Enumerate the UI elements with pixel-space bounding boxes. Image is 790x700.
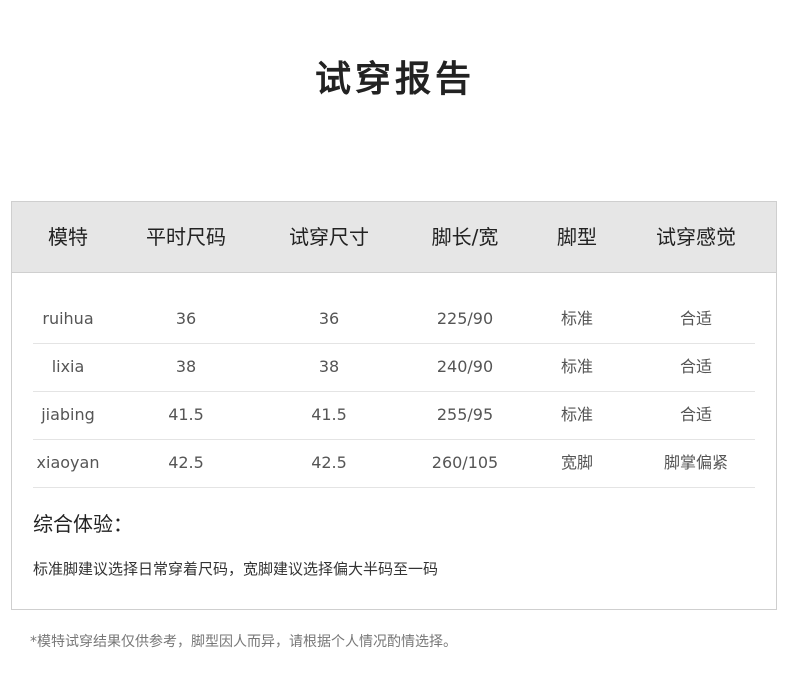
cell-usual-size: 42.5 [168,453,204,472]
cell-usual-size: 36 [175,309,197,328]
cell-foot-length-width: 240/90 [436,357,494,376]
cell-model: lixia [51,357,85,376]
summary-text: 标准脚建议选择日常穿着尺码，宽脚建议选择偏大半码至一码 [33,560,439,578]
summary-title: 综合体验： [33,512,133,536]
page-title: 试穿报告 [314,59,475,100]
cell-foot-type: 宽脚 [560,453,594,472]
cell-foot-type: 标准 [560,405,594,424]
header-fit-feeling: 试穿感觉 [656,225,736,249]
cell-foot-length-width: 225/90 [436,309,494,328]
cell-usual-size: 38 [175,357,197,376]
cell-fit-feeling: 脚掌偏紧 [663,453,729,472]
cell-trial-size: 42.5 [311,453,347,472]
cell-foot-type: 标准 [560,309,594,328]
cell-model: ruihua [42,309,94,328]
table-body: ruihua 36 36 225/90 标准 合适 lixia 38 38 24… [33,296,755,488]
cell-trial-size: 36 [318,309,340,328]
cell-fit-feeling: 合适 [679,309,713,328]
header-usual-size: 平时尺码 [146,225,226,249]
cell-foot-length-width: 260/105 [431,453,499,472]
fitting-report-card: 模特 平时尺码 试穿尺寸 脚长/宽 脚型 试穿感觉 ruihua 36 36 2… [11,201,777,610]
cell-model: xiaoyan [36,453,100,472]
header-model: 模特 [48,225,88,249]
header-trial-size: 试穿尺寸 [289,225,369,249]
header-foot-type: 脚型 [557,225,597,249]
cell-fit-feeling: 合适 [679,357,713,376]
table-row: jiabing 41.5 41.5 255/95 标准 合适 [33,392,755,440]
cell-usual-size: 41.5 [168,405,204,424]
footnote: *模特试穿结果仅供参考，脚型因人而异，请根据个人情况酌情选择。 [30,634,457,650]
cell-model: jiabing [41,405,95,424]
cell-trial-size: 41.5 [311,405,347,424]
cell-foot-type: 标准 [560,357,594,376]
table-row: xiaoyan 42.5 42.5 260/105 宽脚 脚掌偏紧 [33,440,755,488]
table-row: lixia 38 38 240/90 标准 合适 [33,344,755,392]
table-row: ruihua 36 36 225/90 标准 合适 [33,296,755,344]
cell-foot-length-width: 255/95 [436,405,494,424]
header-foot-length-width: 脚长/宽 [431,225,499,249]
cell-trial-size: 38 [318,357,340,376]
cell-fit-feeling: 合适 [679,405,713,424]
table-header: 模特 平时尺码 试穿尺寸 脚长/宽 脚型 试穿感觉 [12,202,776,273]
